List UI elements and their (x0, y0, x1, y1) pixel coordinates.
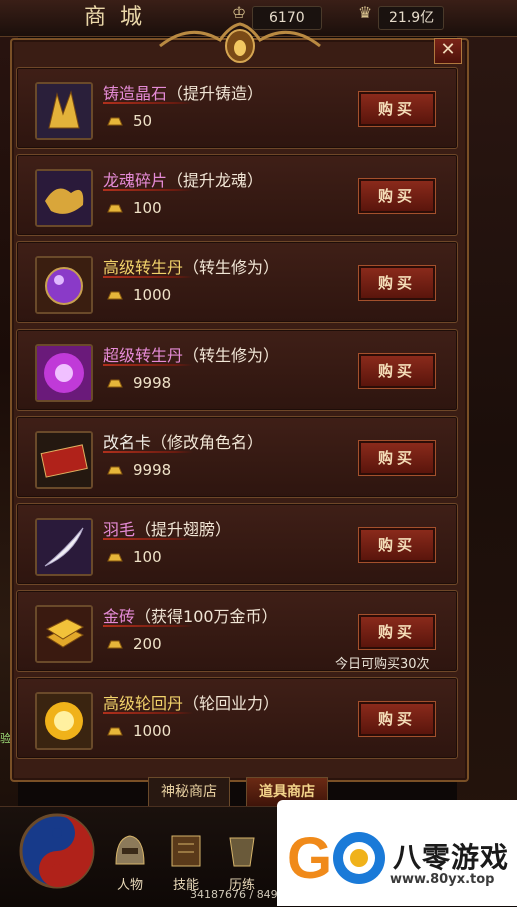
buy-button[interactable]: 购买 (358, 91, 436, 127)
hud-character-label: 人物 (116, 878, 143, 893)
item-icon[interactable] (35, 605, 93, 663)
buy-button[interactable]: 购买 (358, 614, 436, 650)
shop-item-row: 羽毛（提升翅膀） 100 购买 (16, 503, 458, 585)
item-name: 改名卡（修改角色名） (103, 429, 263, 453)
shop-item-row: 超级转生丹（转生修为） 9998 购买 (16, 329, 458, 411)
item-description: （提升铸造） (167, 84, 264, 103)
80yx-logo-icon: G (287, 826, 385, 891)
gold-ingot-icon (107, 379, 123, 388)
name-underline (103, 276, 193, 278)
item-description: （转生修为） (183, 346, 280, 365)
armor-icon (229, 837, 255, 867)
name-underline (103, 451, 193, 453)
item-price: 100 (107, 199, 162, 217)
item-icon[interactable] (35, 256, 93, 314)
item-price: 100 (107, 548, 162, 566)
gold-ingot-icon (107, 466, 123, 475)
shop-item-row: 改名卡（修改角色名） 9998 购买 (16, 416, 458, 498)
gold-ingot-icon (107, 117, 123, 126)
price-value: 50 (133, 112, 153, 130)
item-name: 金砖（获得100万金币） (103, 603, 278, 627)
svg-text:G: G (287, 826, 332, 891)
price-value: 9998 (133, 374, 172, 392)
item-icon[interactable] (35, 169, 93, 227)
name-underline (103, 364, 193, 366)
item-title: 改名卡 (103, 433, 152, 452)
buy-button[interactable]: 购买 (358, 353, 436, 389)
buy-button[interactable]: 购买 (358, 265, 436, 301)
price-value: 1000 (133, 286, 172, 304)
item-title: 高级转生丹 (103, 258, 184, 277)
item-title: 龙魂碎片 (103, 171, 168, 190)
item-name: 龙魂碎片（提升龙魂） (103, 167, 263, 191)
close-button[interactable]: ✕ (434, 38, 462, 64)
buy-button[interactable]: 购买 (358, 527, 436, 563)
gold-ingot-icon (107, 204, 123, 213)
item-price: 1000 (107, 286, 171, 304)
price-value: 100 (133, 548, 162, 566)
buy-button[interactable]: 购买 (358, 440, 436, 476)
shop-item-row: 铸造晶石（提升铸造） 50 购买 (16, 67, 458, 149)
name-underline (103, 538, 193, 540)
item-price: 50 (107, 112, 152, 130)
book-icon (171, 835, 201, 867)
item-name: 高级转生丹（转生修为） (103, 254, 279, 278)
name-underline (103, 102, 193, 104)
hud-character-button[interactable]: 人物 (108, 830, 152, 900)
shop-item-row: 金砖（获得100万金币） 200 购买今日可购买30次 (16, 590, 458, 672)
item-price: 9998 (107, 374, 171, 392)
shop-item-row: 龙魂碎片（提升龙魂） 100 购买 (16, 154, 458, 236)
gold-ingot-icon (107, 640, 123, 649)
helmet-icon (115, 835, 145, 865)
name-underline (103, 625, 193, 627)
item-title: 金砖 (103, 607, 136, 626)
watermark-url: www.80yx.top (390, 872, 495, 887)
coin-value: 21.9亿 (389, 10, 435, 26)
item-price: 200 (107, 635, 162, 653)
price-value: 9998 (133, 461, 172, 479)
shop-item-row: 高级轮回丹（轮回业力） 1000 购买 (16, 677, 458, 759)
gold-ingot-icon (107, 727, 123, 736)
name-underline (103, 712, 193, 714)
item-description: （提升龙魂） (167, 171, 264, 190)
item-description: （轮回业力） (183, 694, 280, 713)
watermark-title: 八零游戏 (393, 841, 510, 874)
gold-ingot-icon (107, 291, 123, 300)
item-description: （转生修为） (183, 258, 280, 277)
item-title: 超级转生丹 (103, 346, 184, 365)
buy-button[interactable]: 购买 (358, 178, 436, 214)
price-value: 1000 (133, 722, 172, 740)
gold-ingot-icon (107, 553, 123, 562)
price-value: 100 (133, 199, 162, 217)
item-icon[interactable] (35, 82, 93, 140)
purchase-limit: 今日可购买30次 (335, 657, 430, 672)
item-icon[interactable] (35, 344, 93, 402)
price-value: 200 (133, 635, 162, 653)
item-description: （修改角色名） (151, 433, 264, 452)
item-title: 高级轮回丹 (103, 694, 184, 713)
coin-box: 21.9亿 (378, 6, 444, 30)
dragon-ornament-icon (159, 22, 321, 63)
tab-mystery-shop[interactable]: 神秘商店 (148, 777, 230, 807)
item-description: （提升翅膀） (135, 520, 232, 539)
item-price: 9998 (107, 461, 171, 479)
item-name: 高级轮回丹（轮回业力） (103, 690, 279, 714)
item-name: 羽毛（提升翅膀） (103, 516, 231, 540)
item-title: 羽毛 (103, 520, 136, 539)
item-price: 1000 (107, 722, 171, 740)
yin-yang-icon (19, 813, 95, 889)
item-name: 超级转生丹（转生修为） (103, 342, 279, 366)
buy-button[interactable]: 购买 (358, 701, 436, 737)
item-name: 铸造晶石（提升铸造） (103, 80, 263, 104)
item-description: （获得100万金币） (135, 607, 278, 626)
coin-add-icon[interactable]: ♛ (354, 3, 376, 29)
item-icon[interactable] (35, 692, 93, 750)
item-icon[interactable] (35, 431, 93, 489)
item-title: 铸造晶石 (103, 84, 168, 103)
name-underline (103, 189, 193, 191)
exp-readout: 34187676 / 8496 (190, 888, 285, 901)
item-icon[interactable] (35, 518, 93, 576)
shop-item-row: 高级转生丹（转生修为） 1000 购买 (16, 241, 458, 323)
